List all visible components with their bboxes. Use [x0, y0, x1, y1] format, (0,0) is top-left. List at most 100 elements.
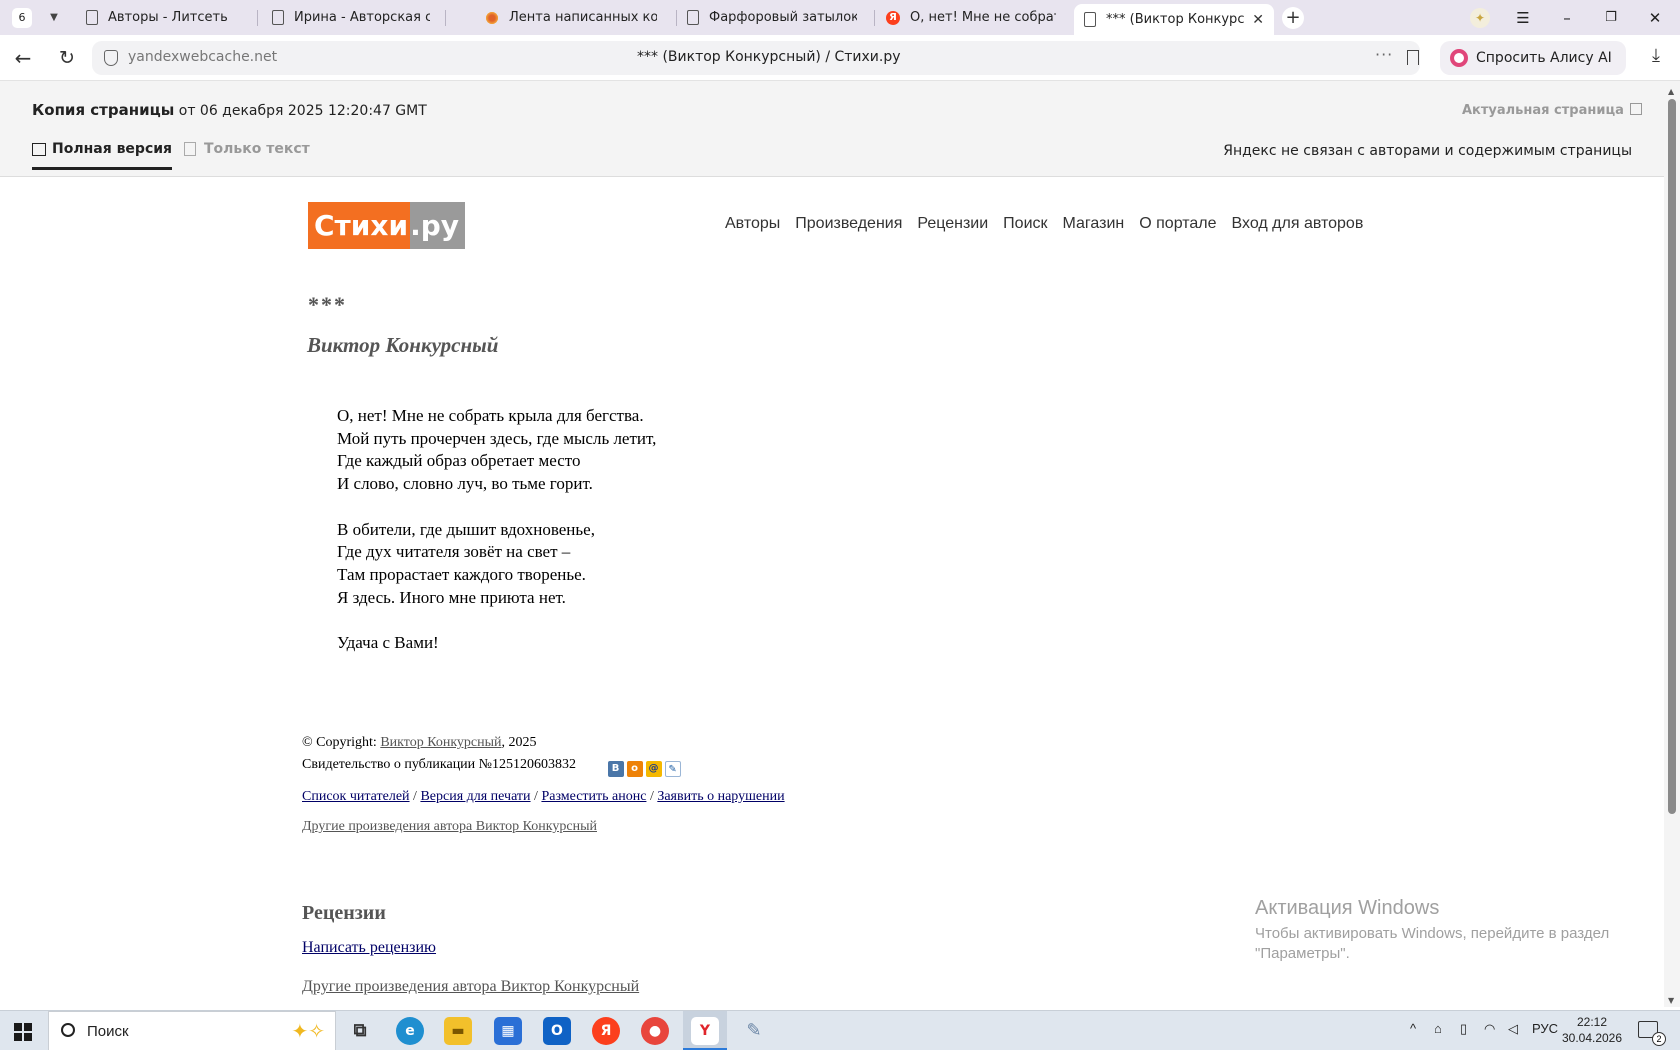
tab-active-stihi[interactable]: *** (Виктор Конкурсны ✕ — [1074, 4, 1274, 35]
current-page-label[interactable]: Актуальная страница — [1462, 103, 1624, 118]
tab-counter[interactable]: 6 — [12, 8, 32, 28]
footer-links: Список читателей / Версия для печати / Р… — [302, 789, 785, 805]
nav-login[interactable]: Вход для авторов — [1232, 215, 1364, 233]
document-icon — [86, 10, 98, 25]
clock-time: 22:12 — [1576, 1015, 1608, 1029]
cache-copy-date: от 06 декабря 2025 12:20:47 GMT — [174, 103, 427, 119]
url-field[interactable]: yandexwebcache.net *** (Виктор Конкурсны… — [92, 41, 1420, 75]
windows-start-icon[interactable] — [14, 1023, 32, 1041]
minimize-icon[interactable]: – — [1554, 6, 1580, 30]
copyright-year: , 2025 — [501, 735, 537, 750]
yandex-browser-icon[interactable]: Y — [691, 1017, 719, 1045]
activation-subtitle: Чтобы активировать Windows, перейдите в … — [1255, 925, 1610, 962]
edge-icon[interactable]: e — [396, 1017, 424, 1045]
nav-search[interactable]: Поиск — [1003, 215, 1047, 233]
more-dots-icon[interactable]: ··· — [1375, 45, 1393, 64]
poem-line: Там прорастает каждого творенье. — [337, 564, 586, 584]
certificate-line: Свидетельство о публикации №125120603832… — [302, 754, 681, 777]
copyright-author-link[interactable]: Виктор Конкурсный — [380, 735, 501, 750]
tab-yandex-search[interactable]: Я О, нет! Мне не собрать кр — [876, 4, 1066, 31]
link-separator: / — [530, 789, 542, 804]
menu-icon[interactable]: ☰ — [1510, 6, 1536, 30]
place-announcement-link[interactable]: Разместить анонс — [541, 789, 646, 804]
odnoklassniki-icon[interactable]: о — [626, 761, 643, 777]
livejournal-icon[interactable]: ✎ — [664, 761, 681, 777]
store-icon[interactable]: ▦ — [494, 1017, 522, 1045]
tray-chevron-icon[interactable]: ^ — [1410, 1021, 1416, 1036]
page-content: Стихи .ру Авторы Произведения Рецензии По… — [0, 177, 1664, 1007]
reload-icon[interactable]: ↻ — [54, 46, 80, 72]
nav-about[interactable]: О портале — [1139, 215, 1216, 233]
nav-shop[interactable]: Магазин — [1063, 215, 1125, 233]
taskbar-clock[interactable]: 22:12 30.04.2026 — [1560, 1014, 1624, 1046]
tab-title: Ирина - Авторская стран — [294, 10, 430, 25]
page-scrollbar[interactable]: ▲ ▼ — [1664, 81, 1680, 1007]
tab-comments[interactable]: Лента написанных комме — [475, 4, 667, 31]
certificate-text: Свидетельство о публикации №125120603832 — [302, 757, 577, 772]
outlook-icon[interactable]: O — [543, 1017, 571, 1045]
restore-icon[interactable]: ❐ — [1598, 6, 1624, 30]
scroll-thumb[interactable] — [1668, 99, 1676, 814]
scroll-up-arrow-icon[interactable]: ▲ — [1668, 87, 1674, 96]
reviews-heading: Рецензии — [302, 902, 386, 924]
copilot-sparkle-icon: ✦✧ — [291, 1021, 325, 1043]
other-works-link-bottom[interactable]: Другие произведения автора Виктор Конкур… — [302, 978, 639, 996]
chevron-down-icon[interactable]: ▼ — [44, 8, 64, 28]
readers-list-link[interactable]: Список читателей — [302, 789, 410, 804]
nav-reviews[interactable]: Рецензии — [917, 215, 988, 233]
url-page-title[interactable]: *** (Виктор Конкурсный) / Стихи.ру — [637, 49, 901, 65]
yandex-icon[interactable]: Я — [592, 1017, 620, 1045]
bookmark-icon[interactable] — [1407, 50, 1419, 65]
print-version-link[interactable]: Версия для печати — [420, 789, 530, 804]
file-explorer-icon[interactable]: ▬ — [444, 1017, 472, 1045]
copyright-line: © Copyright: Виктор Конкурсный, 2025 — [302, 732, 681, 754]
tab-separator — [874, 10, 875, 26]
tab-irina[interactable]: Ирина - Авторская стран — [262, 4, 440, 31]
tab-text-only-label: Только текст — [204, 141, 310, 157]
poem-title: *** — [308, 292, 347, 317]
tab-litset[interactable]: Авторы - Литсеть — [76, 4, 254, 31]
scroll-down-arrow-icon[interactable]: ▼ — [1668, 996, 1674, 1005]
current-page-link[interactable]: Актуальная страница — [1462, 103, 1642, 118]
tab-porcelain[interactable]: Фарфоровый затылок де — [677, 4, 867, 31]
site-logo[interactable]: Стихи .ру — [308, 202, 466, 249]
device-icon[interactable]: ▯ — [1460, 1021, 1467, 1037]
nav-works[interactable]: Произведения — [795, 215, 902, 233]
new-tab-button[interactable]: + — [1282, 7, 1304, 29]
volume-muted-icon[interactable]: ◁ — [1508, 1021, 1518, 1037]
write-review-link[interactable]: Написать рецензию — [302, 939, 436, 957]
vk-icon[interactable]: В — [607, 761, 624, 777]
paint-icon[interactable]: ✎ — [740, 1017, 768, 1045]
cache-copy-label: Копия страницы — [32, 101, 175, 119]
tab-separator — [257, 10, 258, 26]
tab-text-only[interactable]: Только текст — [184, 141, 310, 157]
share-icons: В о @ ✎ — [607, 761, 681, 777]
url-host[interactable]: yandexwebcache.net — [128, 49, 277, 65]
tab-full-version-label: Полная версия — [52, 141, 173, 157]
network-warning-icon[interactable]: ⌂ — [1434, 1021, 1442, 1036]
taskbar: Поиск ✦✧ ⧉ e ▬ ▦ O Я ● Y ✎ ^ ⌂ ▯ ◠ ◁ РУС… — [0, 1010, 1680, 1050]
wifi-icon[interactable]: ◠ — [1484, 1021, 1495, 1037]
back-arrow-icon[interactable]: ← — [10, 46, 36, 72]
tab-title: *** (Виктор Конкурсны — [1106, 12, 1245, 27]
site-nav: Авторы Произведения Рецензии Поиск Магаз… — [725, 215, 1363, 233]
chrome-icon[interactable]: ● — [641, 1017, 669, 1045]
other-works-link[interactable]: Другие произведения автора Виктор Конкур… — [302, 819, 597, 835]
download-icon[interactable]: ⤓ — [1645, 45, 1667, 71]
shield-icon[interactable] — [104, 50, 118, 66]
ask-alice-label: Спросить Алису AI — [1476, 50, 1612, 66]
alice-sparkle-icon[interactable]: ✦ — [1470, 8, 1490, 28]
close-icon[interactable]: ✕ — [1252, 12, 1264, 28]
copyright-prefix: © Copyright: — [302, 735, 381, 750]
mail-icon[interactable]: @ — [645, 761, 662, 777]
window-close-icon[interactable]: ✕ — [1642, 6, 1668, 30]
taskbar-search-input[interactable]: Поиск ✦✧ — [48, 1011, 336, 1050]
nav-authors[interactable]: Авторы — [725, 215, 780, 233]
ask-alice-button[interactable]: Спросить Алису AI — [1440, 41, 1626, 75]
windows-activation-watermark: Активация Windows Чтобы активировать Win… — [1255, 897, 1645, 964]
activation-title: Активация Windows — [1255, 897, 1440, 919]
input-language[interactable]: РУС — [1532, 1021, 1558, 1036]
tab-full-version[interactable]: Полная версия — [32, 141, 173, 170]
report-violation-link[interactable]: Заявить о нарушении — [657, 789, 784, 804]
task-view-icon[interactable]: ⧉ — [346, 1017, 374, 1045]
